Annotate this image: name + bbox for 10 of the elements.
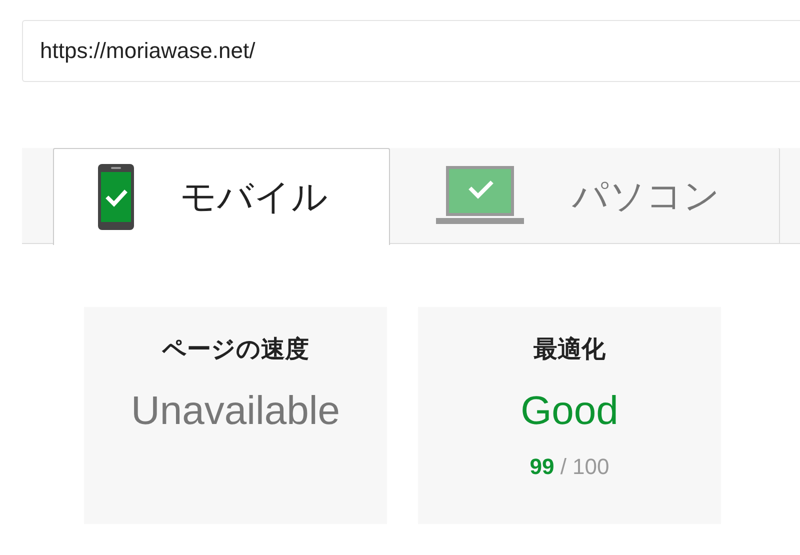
- card-title: 最適化: [534, 334, 606, 365]
- url-field[interactable]: https://moriawase.net/: [22, 20, 800, 82]
- device-tab[interactable]: モバイル: [53, 148, 390, 245]
- phone-check-icon: [98, 164, 134, 230]
- score-text: 99 / 100: [530, 454, 610, 480]
- laptop-check-icon: [436, 166, 524, 226]
- status-text: Good: [520, 389, 618, 434]
- status-text: Unavailable: [130, 389, 340, 434]
- device-tab[interactable]: パソコン: [390, 148, 780, 244]
- card-title: ページの速度: [162, 334, 309, 365]
